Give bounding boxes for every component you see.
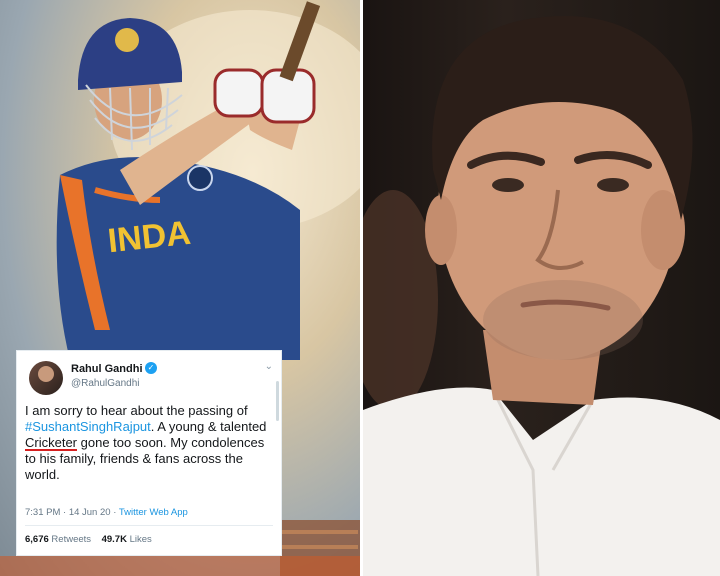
tweet-text-part: . A young & talented [150, 419, 267, 434]
divider [25, 525, 273, 526]
cricket-poster: INDA Rahul Gandhi ✓ @RahulGandhi ⌄ I am … [0, 0, 360, 576]
likes-label[interactable]: Likes [130, 534, 152, 545]
portrait-illustration [363, 16, 720, 576]
retweets-label[interactable]: Retweets [51, 534, 91, 545]
verified-icon: ✓ [145, 362, 157, 374]
tweet-author-name[interactable]: Rahul Gandhi [71, 363, 143, 375]
hashtag-link[interactable]: #SushantSinghRajput [25, 419, 151, 434]
tweet-card[interactable]: Rahul Gandhi ✓ @RahulGandhi ⌄ I am sorry… [16, 350, 282, 556]
tweet-meta: 7:31 PM · 14 Jun 20 · Twitter Web App [25, 507, 188, 518]
chevron-down-icon[interactable]: ⌄ [265, 361, 273, 372]
tweet-timestamp[interactable]: 7:31 PM · 14 Jun 20 · [25, 507, 119, 518]
tweet-source-link[interactable]: Twitter Web App [119, 507, 188, 518]
underlined-word: Cricketer [25, 435, 78, 450]
tweet-text: I am sorry to hear about the passing of … [25, 403, 277, 483]
portrait-photo [363, 0, 720, 576]
tweet-stats: 6,676 Retweets 49.7K Likes [25, 534, 152, 545]
tweet-text-part: I am sorry to hear about the passing of [25, 403, 248, 418]
avatar[interactable] [29, 361, 63, 395]
tweet-author-handle[interactable]: @RahulGandhi [71, 378, 140, 389]
likes-count[interactable]: 49.7K [102, 534, 127, 545]
retweets-count[interactable]: 6,676 [25, 534, 49, 545]
